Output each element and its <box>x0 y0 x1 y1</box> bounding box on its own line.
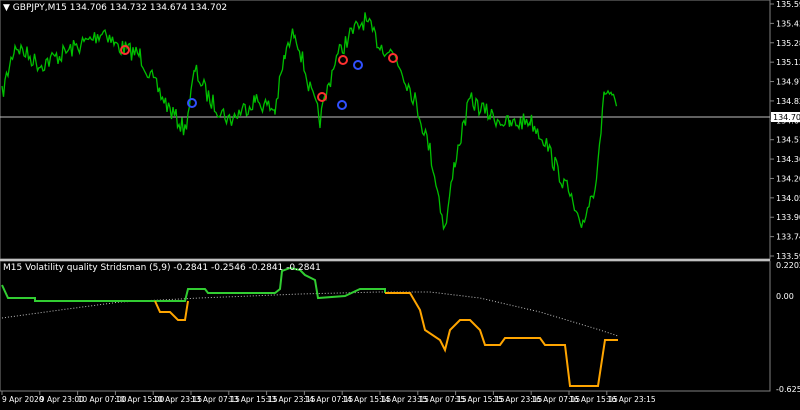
chart-canvas[interactable]: 135.590 135.435 135.280 135.125 134.975 134.8… <box>0 0 800 406</box>
trading-chart-window[interactable]: 135.590 135.435 135.280 135.125 134.975 134.8… <box>0 0 800 406</box>
y-tick-label: 133.590 <box>776 252 800 261</box>
main-price-panel[interactable] <box>0 0 771 260</box>
y-tick-label: 134.975 <box>776 78 800 87</box>
y-tick-label: 133.900 <box>776 213 800 222</box>
symbol-ohlc-readout: GBPJPY,M15 134.706 134.732 134.674 134.7… <box>12 3 228 13</box>
y-tick-label: 135.590 <box>776 0 800 9</box>
x-tick-label: 9 Apr 2020 <box>2 395 44 404</box>
x-tick-label: 16 Apr 23:15 <box>607 395 656 404</box>
dropdown-triangle-icon[interactable]: ▼ <box>3 3 10 13</box>
price-label-text: 134.702 <box>773 113 800 122</box>
y-tick-label: 135.435 <box>776 19 800 28</box>
y-tick-label: 134.205 <box>776 174 800 183</box>
y-tick-label: 135.125 <box>776 58 800 67</box>
y-tick-label: 134.050 <box>776 194 800 203</box>
indicator-y-tick-label: 0.2202 <box>776 261 800 270</box>
indicator-y-tick-label: -0.625 <box>776 385 800 394</box>
y-tick-label: 135.280 <box>776 39 800 48</box>
y-tick-label: 133.745 <box>776 233 800 242</box>
chart-header-text: ▼ GBPJPY,M15 134.706 134.732 134.674 134… <box>3 3 227 13</box>
y-tick-label: 134.510 <box>776 136 800 145</box>
indicator-panel[interactable] <box>0 260 771 392</box>
indicator-header: M15 Volatility quality Stridsman (5,9) -… <box>3 263 321 273</box>
indicator-y-tick-label: 0.00 <box>776 292 794 301</box>
y-tick-label: 134.820 <box>776 97 800 106</box>
y-tick-label: 134.360 <box>776 155 800 164</box>
